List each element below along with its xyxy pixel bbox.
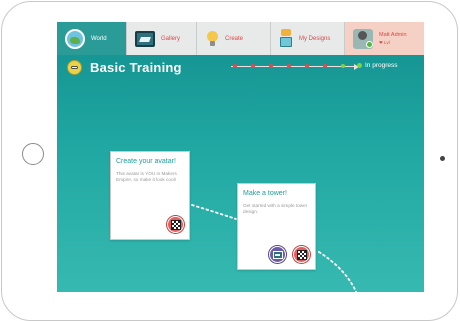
avatar	[353, 28, 373, 49]
checkered-flag-icon	[297, 250, 307, 260]
page-title: Basic Training	[90, 60, 182, 75]
robot-icon	[279, 28, 293, 49]
top-navigation: World Gallery Create My Designs Matt Adm…	[57, 22, 424, 55]
tab-create[interactable]: Create	[197, 22, 271, 55]
tab-create-label: Create	[225, 35, 244, 42]
tab-world[interactable]: World	[57, 22, 127, 55]
card-description: Get started with a simple tower design.	[243, 203, 308, 214]
task-card-tower[interactable]: Make a tower! Get started with a simple …	[237, 183, 316, 270]
progress-track	[231, 64, 361, 70]
card-description: This avatar is YOU in Makers Empire, so …	[116, 171, 177, 182]
tab-world-label: World	[91, 35, 107, 42]
home-button[interactable]	[22, 143, 44, 165]
progress-step-dot	[251, 64, 255, 68]
status-text: In progress	[365, 62, 398, 69]
progress-step-dot	[305, 64, 309, 68]
progress-step-dot	[269, 64, 273, 68]
gallery-icon	[135, 30, 155, 47]
user-profile-tab[interactable]: Matt Admin ❤ Lvl	[345, 22, 424, 55]
user-info: Matt Admin ❤ Lvl	[379, 32, 407, 46]
lightbulb-icon	[205, 30, 219, 48]
progress-step-dot	[341, 64, 345, 68]
progress-step-dot	[233, 64, 237, 68]
globe-icon	[65, 28, 85, 49]
card-title: Make a tower!	[243, 190, 287, 197]
progress-line	[231, 66, 355, 68]
tab-my-designs[interactable]: My Designs	[271, 22, 345, 55]
user-name: Matt Admin	[379, 31, 407, 38]
checkered-flag-icon	[171, 220, 181, 230]
tab-my-designs-label: My Designs	[299, 35, 331, 42]
tab-gallery[interactable]: Gallery	[127, 22, 197, 55]
status-dot-icon	[357, 63, 362, 68]
gallery-icon	[273, 251, 283, 259]
progress-step-dot	[323, 64, 327, 68]
app-screen: World Gallery Create My Designs Matt Adm…	[57, 22, 424, 292]
training-badge-icon	[67, 60, 82, 75]
tab-gallery-label: Gallery	[161, 35, 181, 42]
gallery-button[interactable]	[269, 246, 286, 263]
front-camera	[440, 156, 445, 161]
progress-step-dot	[287, 64, 291, 68]
task-card-avatar[interactable]: Create your avatar! This avatar is YOU i…	[110, 151, 190, 240]
challenge-button[interactable]	[167, 216, 184, 233]
card-title: Create your avatar!	[116, 158, 176, 165]
status-indicator: In progress	[357, 62, 398, 69]
page-header: Basic Training	[67, 60, 182, 75]
challenge-button[interactable]	[293, 246, 310, 263]
user-level: ❤ Lvl	[379, 39, 390, 45]
